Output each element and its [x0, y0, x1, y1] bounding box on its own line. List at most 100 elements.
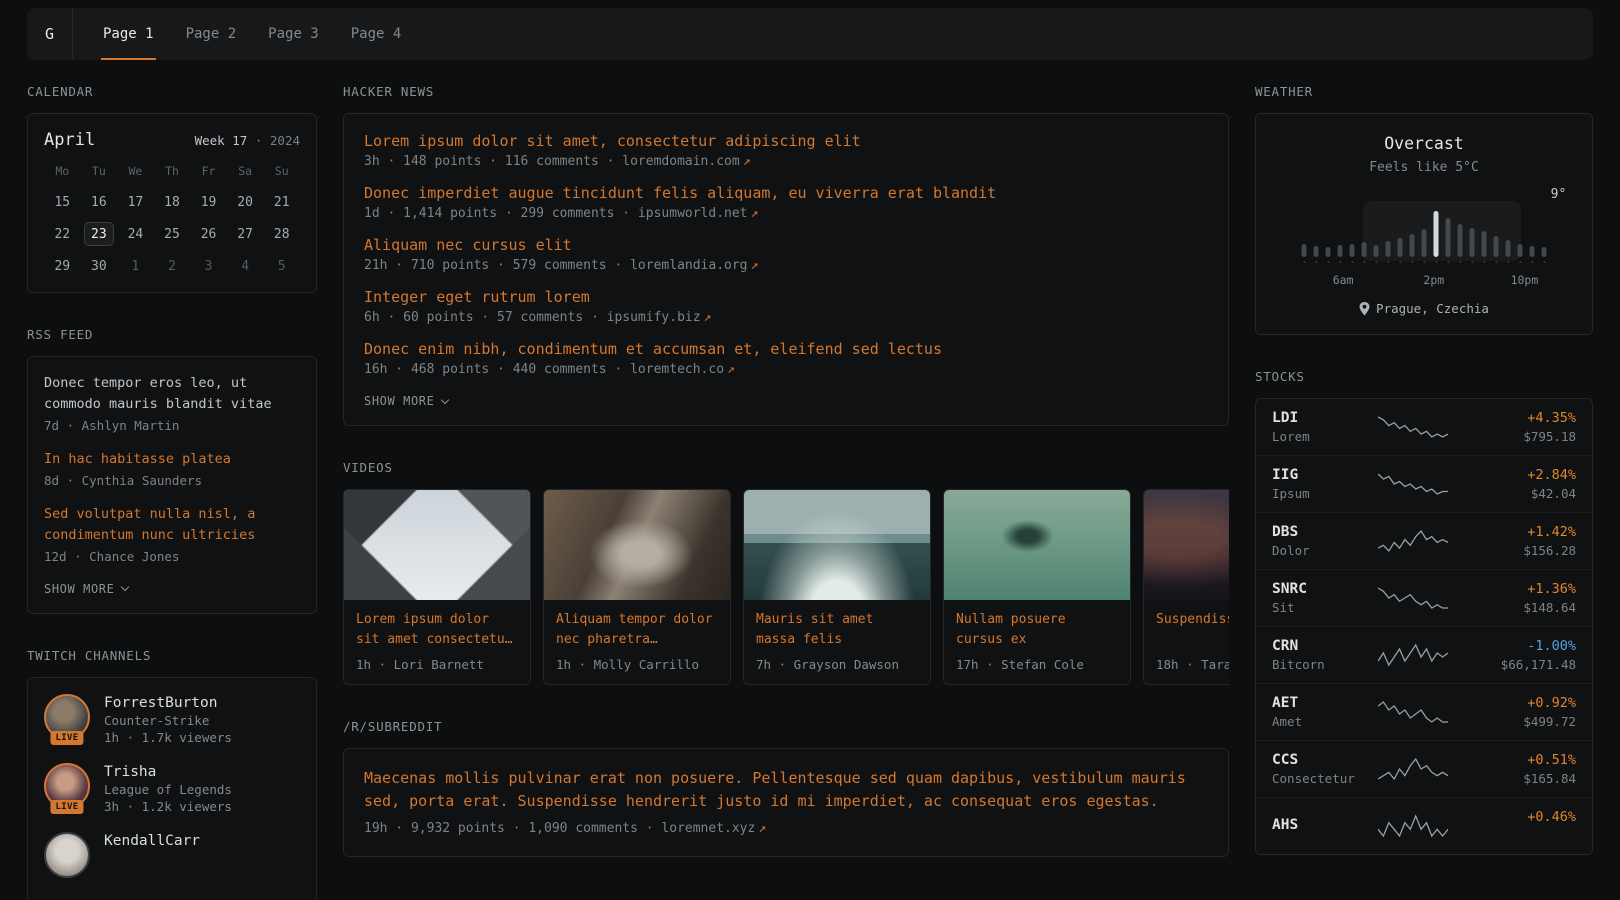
stock-id: IIG Ipsum — [1272, 467, 1368, 501]
weather-hour-column — [1350, 244, 1355, 263]
app-logo[interactable]: G — [27, 8, 73, 60]
stock-sparkline — [1378, 699, 1448, 725]
hn-item: Integer eget rutrum lorem 6h · 60 points… — [364, 288, 1208, 325]
twitch-channel-row[interactable]: LIVE ForrestBurton Counter-Strike 1h · 1… — [44, 694, 300, 745]
stock-row[interactable]: CRN Bitcorn -1.00% $66,171.48 — [1256, 626, 1592, 683]
stock-values: +0.92% $499.72 — [1458, 695, 1576, 729]
stock-symbol: SNRC — [1272, 581, 1368, 597]
video-meta: 1h · Lori Barnett — [356, 657, 518, 672]
stock-row[interactable]: CCS Consectetur +0.51% $165.84 — [1256, 740, 1592, 797]
hour-dot — [1339, 261, 1341, 263]
rss-item-title[interactable]: In hac habitasse platea — [44, 449, 300, 470]
stock-sparkline — [1378, 471, 1448, 497]
hour-dot — [1447, 261, 1449, 263]
weather-bar — [1518, 244, 1523, 257]
calendar-day: 19 — [190, 190, 227, 214]
external-link-icon[interactable]: ↗ — [743, 154, 751, 169]
stock-change: -1.00% — [1458, 638, 1576, 654]
weather-bar — [1338, 245, 1343, 257]
stock-change: +1.42% — [1458, 524, 1576, 540]
video-title: Suspendisse diam — [1156, 610, 1229, 649]
weather-hour-column — [1542, 247, 1547, 263]
rss-card: Donec tempor eros leo, ut commodo mauris… — [27, 356, 317, 614]
external-link-icon[interactable]: ↗ — [758, 821, 766, 836]
stock-row[interactable]: AET Amet +0.92% $499.72 — [1256, 683, 1592, 740]
stock-price: $795.18 — [1458, 429, 1576, 444]
hn-item-title[interactable]: Integer eget rutrum lorem — [364, 288, 590, 306]
stock-sparkline — [1378, 756, 1448, 782]
hn-item-title[interactable]: Donec imperdiet augue tincidunt felis al… — [364, 184, 996, 202]
calendar-day: 4 — [227, 254, 264, 278]
twitch-channel-row[interactable]: LIVE Trisha League of Legends 3h · 1.2k … — [44, 763, 300, 814]
hn-item: Lorem ipsum dolor sit amet, consectetur … — [364, 132, 1208, 169]
channel-game: Counter-Strike — [104, 713, 232, 728]
video-thumbnail — [944, 490, 1130, 600]
twitch-channel-row[interactable]: KendallCarr — [44, 832, 300, 878]
stock-row[interactable]: IIG Ipsum +2.84% $42.04 — [1256, 455, 1592, 512]
stock-symbol: AET — [1272, 695, 1368, 711]
stock-row[interactable]: SNRC Sit +1.36% $148.64 — [1256, 569, 1592, 626]
calendar-day: 21 — [263, 190, 300, 214]
stock-price: $499.72 — [1458, 714, 1576, 729]
stock-values: +4.35% $795.18 — [1458, 410, 1576, 444]
stock-row[interactable]: AHS +0.46% — [1256, 797, 1592, 854]
video-meta: 7h · Grayson Dawson — [756, 657, 918, 672]
tab-page-2[interactable]: Page 2 — [170, 8, 253, 60]
video-card[interactable]: Suspendisse diam 18h · Tara — [1143, 489, 1229, 685]
weather-bar — [1398, 238, 1403, 257]
hn-item-title[interactable]: Lorem ipsum dolor sit amet, consectetur … — [364, 132, 861, 150]
hn-item-meta: 3h · 148 points · 116 comments · loremdo… — [364, 154, 1208, 169]
rss-item-meta: 12d · Chance Jones — [44, 549, 300, 564]
tab-page-3[interactable]: Page 3 — [252, 8, 335, 60]
section-title-subreddit: /R/SUBREDDIT — [343, 719, 1229, 734]
weather-bar — [1434, 211, 1439, 257]
video-card[interactable]: Nullam posuere cursus ex 17h · Stefan Co… — [943, 489, 1131, 685]
tab-page-4[interactable]: Page 4 — [335, 8, 418, 60]
channel-meta: 1h · 1.7k viewers — [104, 730, 232, 745]
video-card[interactable]: Aliquam tempor dolor nec pharetra… 1h · … — [543, 489, 731, 685]
stock-row[interactable]: DBS Dolor +1.42% $156.28 — [1256, 512, 1592, 569]
rss-item-title[interactable]: Sed volutpat nulla nisl, a condimentum n… — [44, 504, 300, 546]
stock-row[interactable]: LDI Lorem +4.35% $795.18 — [1256, 399, 1592, 455]
calendar-dow: Th — [154, 164, 191, 182]
rss-item-title[interactable]: Donec tempor eros leo, ut commodo mauris… — [44, 373, 300, 415]
hn-item-title[interactable]: Donec enim nibh, condimentum et accumsan… — [364, 340, 942, 358]
external-link-icon[interactable]: ↗ — [751, 206, 759, 221]
hour-dot — [1543, 261, 1545, 263]
rss-item-meta: 8d · Cynthia Saunders — [44, 473, 300, 488]
hour-dot — [1507, 261, 1509, 263]
calendar-dow: Sa — [227, 164, 264, 182]
weather-hour-column — [1338, 245, 1343, 263]
hn-item-title[interactable]: Aliquam nec cursus elit — [364, 236, 572, 254]
hour-dot — [1495, 261, 1497, 263]
video-meta: 1h · Molly Carrillo — [556, 657, 718, 672]
rss-show-more-button[interactable]: SHOW MORE — [44, 582, 128, 596]
video-info: Aliquam tempor dolor nec pharetra… 1h · … — [544, 600, 730, 684]
hour-dot — [1363, 261, 1365, 263]
calendar-day: 30 — [81, 254, 118, 278]
external-link-icon[interactable]: ↗ — [704, 310, 712, 325]
external-link-icon[interactable]: ↗ — [751, 258, 759, 273]
stock-change: +0.51% — [1458, 752, 1576, 768]
weather-bar — [1314, 246, 1319, 257]
stock-price: $156.28 — [1458, 543, 1576, 558]
tab-page-1[interactable]: Page 1 — [87, 8, 170, 60]
stock-symbol: AHS — [1272, 817, 1368, 833]
hn-show-more-button[interactable]: SHOW MORE — [364, 394, 448, 408]
time-label: 2pm — [1423, 273, 1444, 287]
rss-item: Donec tempor eros leo, ut commodo mauris… — [44, 373, 300, 433]
stock-sparkline — [1378, 528, 1448, 554]
video-card[interactable]: Mauris sit amet massa felis 7h · Grayson… — [743, 489, 931, 685]
subreddit-post-title[interactable]: Maecenas mollis pulvinar erat non posuer… — [364, 769, 1186, 810]
hour-dot — [1387, 261, 1389, 263]
calendar-widget: CALENDAR April Week 17 · 2024 Mo Tu We T… — [27, 84, 317, 293]
video-meta: 17h · Stefan Cole — [956, 657, 1118, 672]
external-link-icon[interactable]: ↗ — [727, 362, 735, 377]
calendar-day: 15 — [44, 190, 81, 214]
video-card[interactable]: Lorem ipsum dolor sit amet consectetu… 1… — [343, 489, 531, 685]
weather-card: Overcast Feels like 5°C 9° 6am 2pm 10pm … — [1255, 113, 1593, 335]
stock-id: CCS Consectetur — [1272, 752, 1368, 786]
weather-bar — [1506, 240, 1511, 257]
stock-values: +1.36% $148.64 — [1458, 581, 1576, 615]
peak-temp-label: 9° — [1551, 187, 1567, 202]
